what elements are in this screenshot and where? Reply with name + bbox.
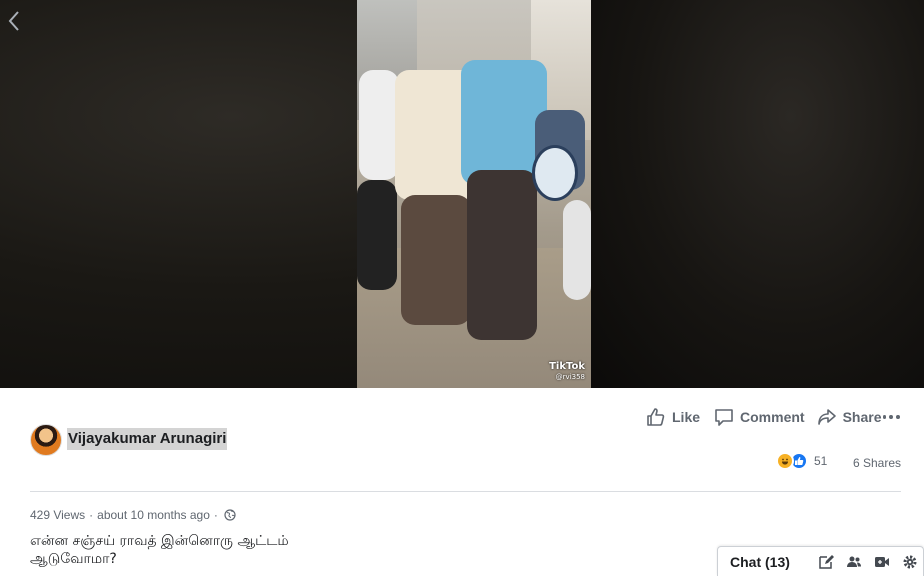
views-count: 429 Views [30, 508, 86, 522]
post-caption: என்ன சஞ்சய் ராவத் இன்னொரு ஆட்டம் ஆடுவோமா… [30, 532, 350, 568]
tiktok-brand: TikTok [549, 361, 585, 372]
share-icon [817, 409, 836, 425]
video-drum [532, 145, 578, 201]
share-button[interactable]: Share [817, 407, 882, 427]
like-button[interactable]: Like [646, 407, 700, 427]
post-actions: Like Comment Share [646, 406, 882, 428]
globe-icon[interactable] [224, 509, 236, 521]
tiktok-handle: @rvi358 [555, 373, 585, 381]
video-person [563, 200, 591, 300]
video-person [357, 180, 397, 290]
like-label: Like [672, 409, 701, 425]
video-person [467, 170, 537, 340]
caption-line: ஆடுவோமா? [30, 551, 117, 567]
author-name[interactable]: Vijayakumar Arunagiri [67, 428, 228, 450]
video-theater[interactable]: TikTok @rvi358 [0, 0, 924, 388]
reaction-count[interactable]: 51 [814, 454, 827, 468]
chat-label[interactable]: Chat (13) [730, 554, 790, 570]
video-call-icon[interactable] [873, 553, 891, 571]
chat-bar[interactable]: Chat (13) [717, 546, 924, 576]
meta-separator: · [89, 508, 94, 522]
caption-line: என்ன சஞ்சய் ராவத் இன்னொரு ஆட்டம் [30, 533, 289, 549]
tiktok-watermark: TikTok @rvi358 [549, 362, 585, 382]
video-person [401, 195, 471, 325]
new-message-icon[interactable] [817, 553, 835, 571]
author-avatar[interactable] [30, 424, 62, 456]
divider [30, 491, 901, 492]
haha-icon [776, 452, 794, 470]
video-person [359, 70, 399, 180]
post-timestamp[interactable]: about 10 months ago [97, 508, 210, 522]
settings-gear-icon[interactable] [901, 553, 919, 571]
back-arrow-icon[interactable] [4, 8, 24, 34]
meta-separator: · [213, 508, 218, 522]
chat-toolbar [807, 553, 919, 571]
comment-button[interactable]: Comment [714, 407, 805, 427]
thumbs-up-icon [647, 408, 665, 426]
share-label: Share [842, 409, 882, 425]
comment-icon [715, 409, 733, 426]
reactions-summary[interactable]: 51 [776, 452, 827, 470]
post-meta: 429 Views · about 10 months ago · [30, 508, 236, 522]
create-group-icon[interactable] [845, 553, 863, 571]
comment-label: Comment [740, 409, 805, 425]
video-player[interactable]: TikTok @rvi358 [357, 0, 591, 388]
shares-count[interactable]: 6 Shares [853, 456, 901, 470]
more-options-icon[interactable] [881, 406, 901, 428]
